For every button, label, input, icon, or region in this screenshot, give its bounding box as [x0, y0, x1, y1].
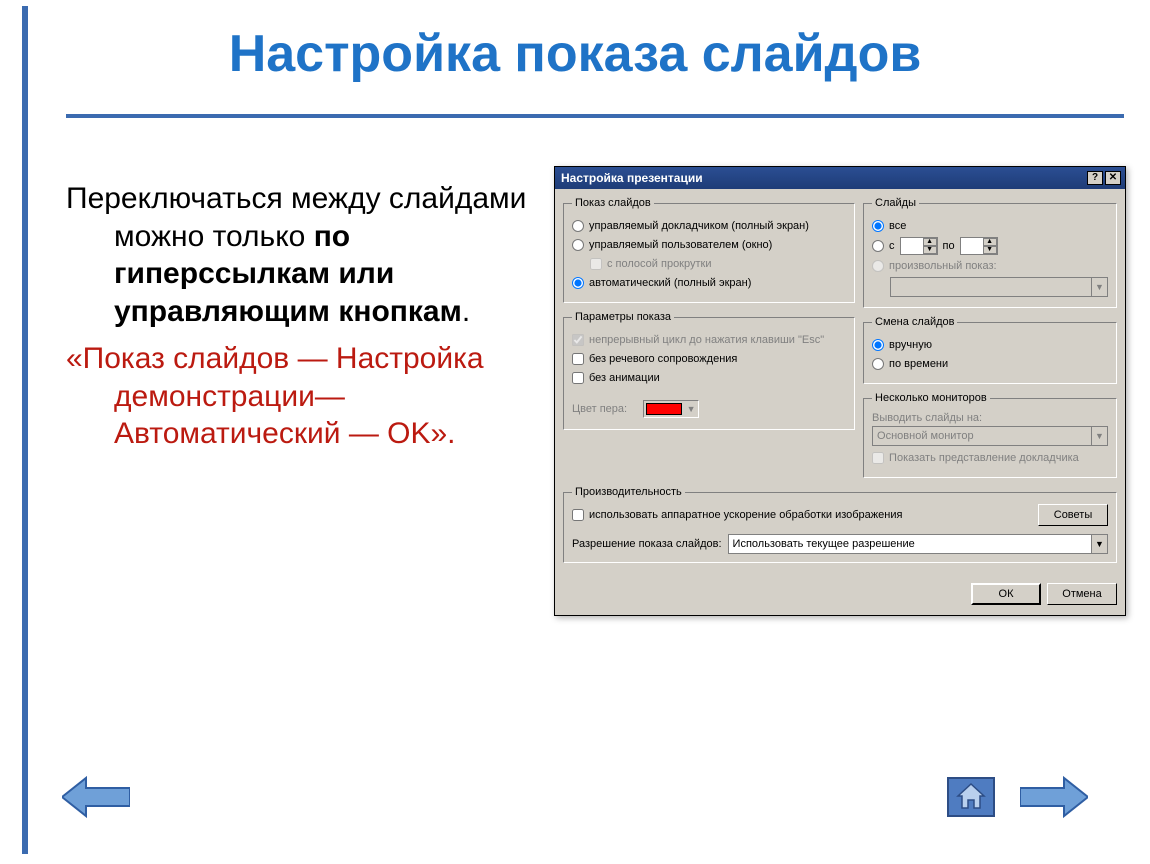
para2: «Показ слайдов — Настройка демонстрации—… — [66, 340, 536, 453]
radio-advance-timings[interactable]: по времени — [872, 356, 1108, 372]
label-resolution: Разрешение показа слайдов: — [572, 538, 722, 550]
slide-title: Настройка показа слайдов — [0, 24, 1150, 84]
legend-show-type: Показ слайдов — [572, 197, 654, 209]
legend-slides: Слайды — [872, 197, 919, 209]
label-from: с — [889, 240, 895, 252]
spin-down-icon[interactable]: ▼ — [983, 246, 997, 254]
combo-resolution[interactable]: Использовать текущее разрешение ▼ — [728, 534, 1108, 554]
nav-next-button[interactable] — [1020, 774, 1088, 820]
setup-presentation-dialog: Настройка презентации ? ✕ Показ слайдов … — [554, 166, 1126, 616]
radio-advance-manual[interactable]: вручную — [872, 337, 1108, 353]
legend-show-options: Параметры показа — [572, 311, 674, 323]
check-presenter-view-input — [872, 452, 884, 464]
legend-monitors: Несколько мониторов — [872, 392, 990, 404]
chevron-down-icon: ▼ — [684, 404, 698, 414]
spin-up-icon[interactable]: ▲ — [923, 238, 937, 246]
pen-color-swatch — [646, 403, 682, 415]
dialog-titlebar[interactable]: Настройка презентации ? ✕ — [555, 167, 1125, 189]
para1-c: . — [462, 295, 470, 328]
pen-color-picker[interactable]: ▼ — [643, 400, 699, 418]
chevron-down-icon[interactable]: ▼ — [1091, 535, 1107, 553]
spin-from-input[interactable] — [901, 239, 923, 253]
group-performance: Производительность использовать аппаратн… — [563, 486, 1117, 563]
close-button[interactable]: ✕ — [1105, 171, 1121, 185]
radio-slides-all-input[interactable] — [872, 220, 884, 232]
check-presenter-view: Показать представление докладчика — [872, 450, 1108, 466]
cancel-button[interactable]: Отмена — [1047, 583, 1117, 605]
home-icon — [944, 774, 998, 820]
check-no-narration[interactable]: без речевого сопровождения — [572, 351, 846, 367]
radio-kiosk-full[interactable]: автоматический (полный экран) — [572, 275, 846, 291]
legend-performance: Производительность — [572, 486, 685, 498]
spin-up-icon[interactable]: ▲ — [983, 238, 997, 246]
check-no-animation[interactable]: без анимации — [572, 370, 846, 386]
check-scrollbar-input — [590, 258, 602, 270]
group-slides: Слайды все с ▲▼ по ▲▼ произвольный — [863, 197, 1117, 308]
group-show-type: Показ слайдов управляемый докладчиком (п… — [563, 197, 855, 303]
label-to: по — [943, 240, 955, 252]
spin-to[interactable]: ▲▼ — [960, 237, 998, 255]
check-scrollbar: с полосой прокрутки — [590, 256, 846, 272]
radio-browsed-window[interactable]: управляемый пользователем (окно) — [572, 237, 846, 253]
radio-browsed-window-input[interactable] — [572, 239, 584, 251]
group-monitors: Несколько мониторов Выводить слайды на: … — [863, 392, 1117, 478]
radio-advance-manual-input[interactable] — [872, 339, 884, 351]
body-text: Переключаться между слайдами можно тольк… — [66, 180, 536, 463]
combo-custom-show: ▼ — [890, 277, 1108, 297]
radio-slides-range-input[interactable] — [872, 240, 884, 252]
radio-custom-show-input — [872, 260, 884, 272]
dialog-button-row: ОК Отмена — [555, 579, 1125, 615]
spin-to-input[interactable] — [961, 239, 983, 253]
radio-advance-timings-input[interactable] — [872, 358, 884, 370]
spin-from[interactable]: ▲▼ — [900, 237, 938, 255]
radio-presented-full-input[interactable] — [572, 220, 584, 232]
radio-slides-all[interactable]: все — [872, 218, 1108, 234]
arrow-left-icon — [62, 774, 130, 820]
ok-button[interactable]: ОК — [971, 583, 1041, 605]
radio-slides-range-row: с ▲▼ по ▲▼ — [872, 237, 1108, 255]
check-no-animation-input[interactable] — [572, 372, 584, 384]
combo-monitor: Основной монитор ▼ — [872, 426, 1108, 446]
combo-resolution-value: Использовать текущее разрешение — [729, 538, 1091, 550]
group-advance: Смена слайдов вручную по времени — [863, 316, 1117, 384]
chevron-down-icon: ▼ — [1091, 278, 1107, 296]
legend-advance: Смена слайдов — [872, 316, 957, 328]
radio-custom-show: произвольный показ: — [872, 258, 1108, 274]
radio-presented-full[interactable]: управляемый докладчиком (полный экран) — [572, 218, 846, 234]
group-show-options: Параметры показа непрерывный цикл до наж… — [563, 311, 855, 430]
dialog-title: Настройка презентации — [561, 171, 703, 185]
para1-a: Переключаться между слайдами можно тольк… — [66, 182, 526, 253]
check-hw-accel[interactable]: использовать аппаратное ускорение обрабо… — [572, 507, 1030, 523]
combo-monitor-value: Основной монитор — [873, 430, 1091, 442]
title-rule — [66, 114, 1124, 118]
nav-home-button[interactable] — [944, 774, 998, 820]
spin-down-icon[interactable]: ▼ — [923, 246, 937, 254]
chevron-down-icon: ▼ — [1091, 427, 1107, 445]
help-button[interactable]: ? — [1087, 171, 1103, 185]
nav-prev-button[interactable] — [62, 774, 130, 820]
check-hw-accel-input[interactable] — [572, 509, 584, 521]
check-no-narration-input[interactable] — [572, 353, 584, 365]
check-loop-esc: непрерывный цикл до нажатия клавиши "Esc… — [572, 332, 846, 348]
label-display-on: Выводить слайды на: — [872, 412, 1108, 424]
pen-color-label: Цвет пера: — [572, 403, 627, 415]
arrow-right-icon — [1020, 774, 1088, 820]
pen-color-row: Цвет пера: ▼ — [572, 400, 846, 418]
check-loop-esc-input — [572, 334, 584, 346]
radio-kiosk-full-input[interactable] — [572, 277, 584, 289]
tips-button[interactable]: Советы — [1038, 504, 1108, 526]
